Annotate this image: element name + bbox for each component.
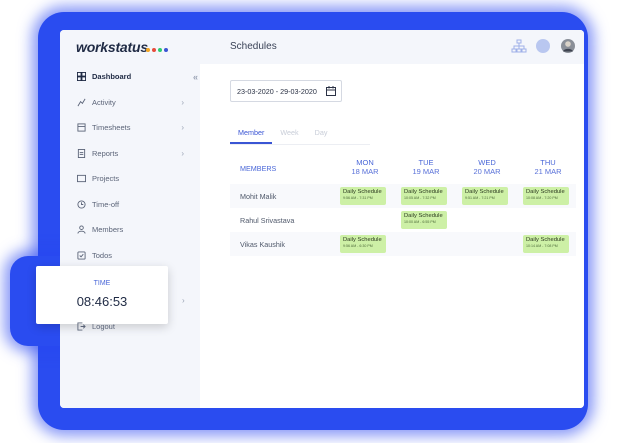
- time-label: TIME: [93, 280, 111, 287]
- schedule-time: 10:14 AM - 7:08 PM: [526, 244, 558, 248]
- day-date: 18 MAR: [351, 167, 379, 176]
- day-column-header: TUE 19 MAR: [402, 158, 450, 176]
- day-date: 19 MAR: [412, 167, 440, 176]
- sidebar-item-activity[interactable]: Activity ›: [60, 90, 200, 116]
- schedule-chip[interactable]: Daily Schedule 10:05 AM - 7:32 PM: [401, 187, 447, 205]
- day-column-header: MON 18 MAR: [341, 158, 389, 176]
- schedule-label: Daily Schedule: [526, 237, 565, 243]
- schedule-label: Daily Schedule: [343, 237, 382, 243]
- sidebar-item-time-off[interactable]: Time-off: [60, 192, 200, 218]
- org-chart-icon[interactable]: [511, 38, 527, 54]
- notification-icon[interactable]: [535, 38, 551, 54]
- tab-week[interactable]: Week: [272, 122, 306, 142]
- tabs-divider: [230, 144, 370, 145]
- top-bar: Schedules: [200, 30, 584, 64]
- schedule-label: Daily Schedule: [343, 189, 382, 195]
- logo-dot: [146, 48, 150, 52]
- chevron-right-icon: ›: [181, 123, 184, 132]
- logo-dot: [164, 48, 168, 52]
- clock-icon: [76, 199, 86, 209]
- logout-icon: [76, 321, 86, 331]
- logo-dot: [152, 48, 156, 52]
- sidebar-item-timesheets[interactable]: Timesheets ›: [60, 115, 200, 141]
- tab-member[interactable]: Member: [230, 122, 273, 144]
- member-name: Vikas Kaushik: [240, 240, 286, 249]
- sidebar-item-logout[interactable]: Logout: [76, 321, 115, 331]
- member-name: Mohit Malik: [240, 192, 277, 201]
- date-range-picker[interactable]: 23-03-2020 - 29-03-2020: [230, 80, 342, 102]
- sidebar-item-label: Activity: [92, 97, 116, 107]
- time-card: TIME 08:46:53: [36, 266, 168, 324]
- view-tabs: Member Week Day: [230, 122, 335, 144]
- sidebar-item-members[interactable]: Members: [60, 217, 200, 243]
- timesheet-icon: [76, 123, 86, 133]
- schedule-chip[interactable]: Daily Schedule 9:56 AM - 7:31 PM: [340, 187, 386, 205]
- schedule-time: 10:00 AM - 6:55 PM: [404, 220, 436, 224]
- todo-icon: [76, 250, 86, 260]
- logo: workstatus: [76, 39, 148, 55]
- chevron-right-icon: ›: [181, 148, 184, 158]
- collapse-sidebar-icon[interactable]: «: [193, 72, 198, 82]
- chevron-right-icon: ›: [182, 296, 185, 305]
- activity-icon: [76, 97, 86, 107]
- day-name: WED: [478, 158, 496, 167]
- logo-dot: [158, 48, 162, 52]
- schedule-chip[interactable]: Daily Schedule 10:08 AM - 7:20 PM: [523, 187, 569, 205]
- sidebar-item-label: Projects: [92, 174, 120, 184]
- user-icon: [76, 225, 86, 235]
- sidebar: workstatus Dashboard « Activity › Timesh…: [60, 30, 200, 408]
- logout-label: Logout: [92, 321, 115, 331]
- schedule-chip[interactable]: Daily Schedule 9:51 AM - 7:21 PM: [462, 187, 508, 205]
- schedule-chip[interactable]: Daily Schedule 10:00 AM - 6:55 PM: [401, 211, 447, 229]
- avatar[interactable]: [560, 38, 576, 54]
- page-title: Schedules: [230, 41, 277, 52]
- schedule-time: 9:51 AM - 7:21 PM: [465, 196, 495, 200]
- schedule-label: Daily Schedule: [526, 189, 565, 195]
- schedule-time: 10:05 AM - 7:32 PM: [404, 196, 436, 200]
- sidebar-item-reports[interactable]: Reports ›: [60, 141, 200, 167]
- day-name: MON: [356, 158, 374, 167]
- sidebar-item-label: Time-off: [92, 199, 120, 209]
- schedule-label: Daily Schedule: [404, 189, 443, 195]
- sidebar-item-projects[interactable]: Projects: [60, 166, 200, 192]
- tab-day[interactable]: Day: [307, 122, 336, 142]
- members-column-header: MEMBERS: [240, 164, 277, 173]
- folder-icon: [76, 174, 86, 184]
- schedule-chip[interactable]: Daily Schedule 9:56 AM - 6:30 PM: [340, 235, 386, 253]
- sidebar-item-dashboard[interactable]: Dashboard «: [60, 64, 200, 90]
- logo-dots: [146, 48, 168, 52]
- sidebar-item-label: Reports: [92, 148, 119, 158]
- day-name: TUE: [418, 158, 434, 167]
- report-icon: [76, 148, 86, 158]
- app-window: workstatus Dashboard « Activity › Timesh…: [60, 30, 584, 408]
- day-column-header: WED 20 MAR: [463, 158, 511, 176]
- schedule-time: 10:08 AM - 7:20 PM: [526, 196, 558, 200]
- chevron-right-icon: ›: [181, 97, 184, 107]
- schedule-chip[interactable]: Daily Schedule 10:14 AM - 7:08 PM: [523, 235, 569, 253]
- day-name: THU: [540, 158, 556, 167]
- dashboard-icon: [76, 72, 86, 82]
- main-content: Schedules 23-03-2020 - 29-03-2020 Member…: [200, 30, 584, 408]
- sidebar-item-label: Todos: [92, 250, 113, 260]
- date-range-value: 23-03-2020 - 29-03-2020: [237, 86, 317, 96]
- day-date: 20 MAR: [473, 167, 501, 176]
- sidebar-item-label: Timesheets: [92, 123, 131, 133]
- calendar-icon[interactable]: [326, 86, 336, 96]
- sidebar-nav: Dashboard « Activity › Timesheets › Repo…: [60, 64, 200, 268]
- schedule-label: Daily Schedule: [404, 213, 443, 219]
- schedule-label: Daily Schedule: [465, 189, 504, 195]
- member-name: Rahul Srivastava: [240, 216, 295, 225]
- schedule-time: 9:56 AM - 6:30 PM: [343, 244, 373, 248]
- schedule-time: 9:56 AM - 7:31 PM: [343, 196, 373, 200]
- day-column-header: THU 21 MAR: [524, 158, 572, 176]
- sidebar-item-label: Members: [92, 225, 124, 235]
- day-date: 21 MAR: [534, 167, 562, 176]
- sidebar-item-label: Dashboard: [92, 72, 132, 82]
- time-value: 08:46:53: [76, 294, 128, 309]
- sidebar-item-todos[interactable]: Todos: [60, 243, 200, 269]
